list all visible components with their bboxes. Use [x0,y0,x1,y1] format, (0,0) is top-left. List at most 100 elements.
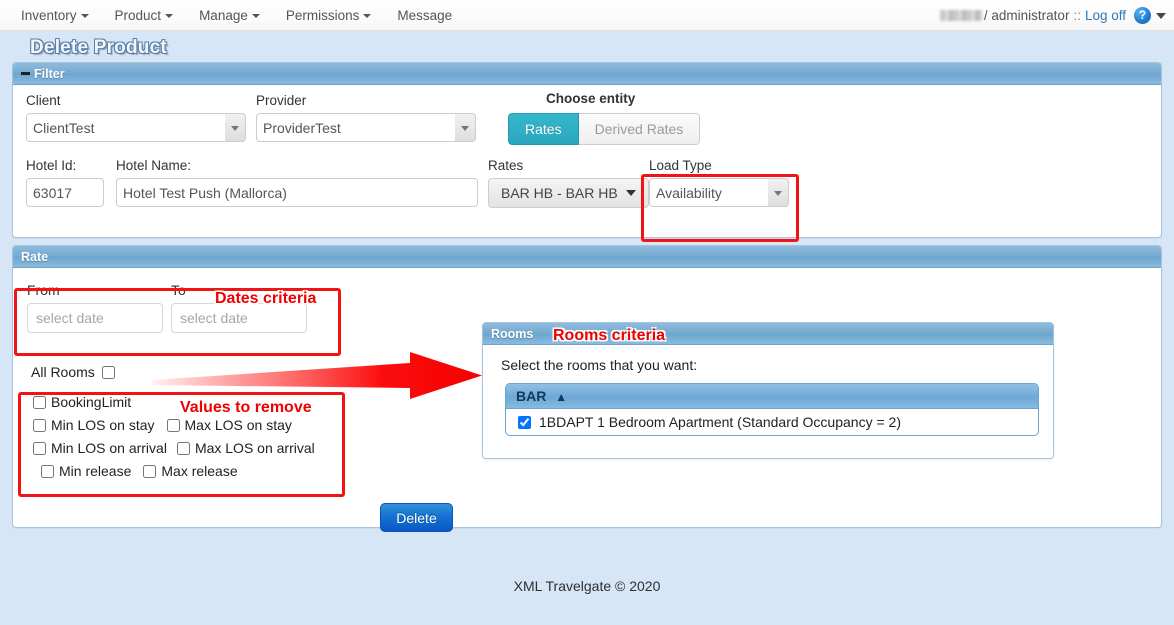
provider-select-wrapper[interactable]: ProviderTest [256,113,476,142]
hotel-id-input[interactable] [26,178,104,207]
min-release-checkbox[interactable] [41,464,54,478]
max-los-on-arrival-label: Max LOS on arrival [194,440,315,456]
booking-limit-checkbox[interactable] [33,395,46,409]
client-select[interactable]: ClientTest [26,113,246,142]
delete-button[interactable]: Delete [380,503,453,532]
chevron-down-icon [80,13,89,18]
tab-rates[interactable]: Rates [508,113,579,145]
page-title: Delete Product [30,37,167,58]
rates-dropdown-button[interactable]: BAR HB - BAR HB [488,178,649,208]
nav-item-permissions[interactable]: Permissions [273,4,385,27]
rooms-instruction: Select the rooms that you want: [501,357,698,373]
all-rooms-checkbox[interactable] [101,365,115,379]
rooms-table-header-label: BAR [516,388,547,404]
footer: XML Travelgate © 2020 [513,578,661,594]
chevron-down-icon [363,13,372,18]
entity-toggle-group: Rates Derived Rates [508,113,701,145]
load-type-group: Load Type Availability [649,158,789,207]
navbar-user-area: / administrator :: Log off ? [939,0,1166,31]
collapse-minus-icon[interactable] [21,72,30,75]
max-los-on-stay-checkbox[interactable] [166,418,180,432]
rate-panel-header[interactable]: Rate [13,246,1161,268]
room-checkbox[interactable] [518,415,531,429]
chevron-down-icon [165,13,174,18]
filter-panel-title: Filter [34,66,65,81]
all-rooms-group[interactable]: All Rooms [31,364,120,380]
hotel-id-label: Hotel Id: [26,158,77,173]
user-separator: / [983,8,988,23]
separator: :: [1073,8,1081,23]
min-los-on-stay-label: Min LOS on stay [51,417,155,433]
client-field-group: Client ClientTest [26,93,246,142]
room-label: 1BDAPT 1 Bedroom Apartment (Standard Occ… [539,414,901,430]
help-icon[interactable]: ? [1134,7,1151,24]
nav-item-manage[interactable]: Manage [186,4,273,27]
min-los-on-stay-checkbox[interactable] [33,418,46,432]
nav-item-message[interactable]: Message [384,4,465,27]
checkbox-row: BookingLimit [33,394,349,410]
nav-item-product[interactable]: Product [102,4,187,27]
nav-item-label: Product [114,7,162,23]
chevron-down-icon [251,13,260,18]
load-type-select[interactable]: Availability [649,178,789,207]
values-to-remove-group: BookingLimit Min LOS on stay Max LOS on … [33,394,349,479]
hotel-id-group: Hotel Id: [26,158,104,207]
rates-group: Rates BAR HB - BAR HB [488,158,649,208]
max-release-label: Max release [161,463,238,479]
rate-panel-title: Rate [21,249,49,264]
all-rooms-label: All Rooms [31,364,95,380]
sort-ascending-icon: ▲ [555,390,568,404]
nav-item-inventory[interactable]: Inventory [8,4,102,27]
hotel-name-input[interactable] [116,178,478,207]
rooms-panel-title: Rooms [491,326,534,341]
load-type-label: Load Type [649,158,712,173]
filter-panel: Filter Client ClientTest Provider Provid… [12,62,1162,238]
hotel-name-label: Hotel Name: [116,158,192,173]
top-navbar: Inventory Product Manage Permissions Mes… [0,0,1174,31]
provider-select[interactable]: ProviderTest [256,113,476,142]
from-date-group: From [27,282,163,333]
rates-label: Rates [488,158,524,173]
filter-panel-body: Client ClientTest Provider ProviderTest … [13,85,1161,237]
provider-field-group: Provider ProviderTest [256,93,476,142]
log-off-link[interactable]: Log off [1085,8,1126,23]
rooms-table-header-bar[interactable]: BAR ▲ [506,384,1038,409]
chevron-down-icon[interactable] [1156,12,1166,19]
from-date-input[interactable] [27,303,163,333]
to-label: To [171,282,186,298]
tab-derived-rates[interactable]: Derived Rates [578,113,701,145]
to-date-group: To [171,282,307,333]
filter-panel-header[interactable]: Filter [13,63,1161,85]
provider-label: Provider [256,93,307,108]
min-los-on-arrival-label: Min LOS on arrival [51,440,167,456]
load-type-select-wrapper[interactable]: Availability [649,178,789,207]
to-date-input[interactable] [171,303,307,333]
redacted-username [939,10,982,21]
rooms-panel-body: Select the rooms that you want: BAR ▲ 1B… [483,345,1053,458]
max-release-checkbox[interactable] [143,464,157,478]
min-release-label: Min release [59,463,132,479]
max-los-on-arrival-checkbox[interactable] [176,441,190,455]
checkbox-row: Min LOS on stay Max LOS on stay [33,417,349,433]
min-los-on-arrival-checkbox[interactable] [33,441,46,455]
username-label: administrator [991,8,1070,23]
navbar-menu: Inventory Product Manage Permissions Mes… [0,4,465,27]
rooms-panel-header: Rooms [483,323,1053,345]
choose-entity-label: Choose entity [546,91,636,106]
checkbox-row: Min release Max release [33,463,349,479]
client-select-wrapper[interactable]: ClientTest [26,113,246,142]
choose-entity-group: Choose entity Rates Derived Rates [508,91,701,145]
rates-dropdown-value: BAR HB - BAR HB [501,185,618,201]
checkbox-row: Min LOS on arrival Max LOS on arrival [33,440,349,456]
nav-item-label: Manage [199,7,248,23]
nav-item-label: Permissions [285,7,360,23]
chevron-down-icon [625,190,636,196]
from-label: From [27,282,60,298]
nav-item-label: Inventory [21,7,77,23]
client-label: Client [26,93,61,108]
max-los-on-stay-label: Max LOS on stay [184,417,292,433]
nav-item-label: Message [397,7,453,23]
hotel-name-group: Hotel Name: [116,158,478,207]
rooms-panel: Rooms Select the rooms that you want: BA… [482,322,1054,459]
rooms-table: BAR ▲ 1BDAPT 1 Bedroom Apartment (Standa… [505,383,1039,436]
